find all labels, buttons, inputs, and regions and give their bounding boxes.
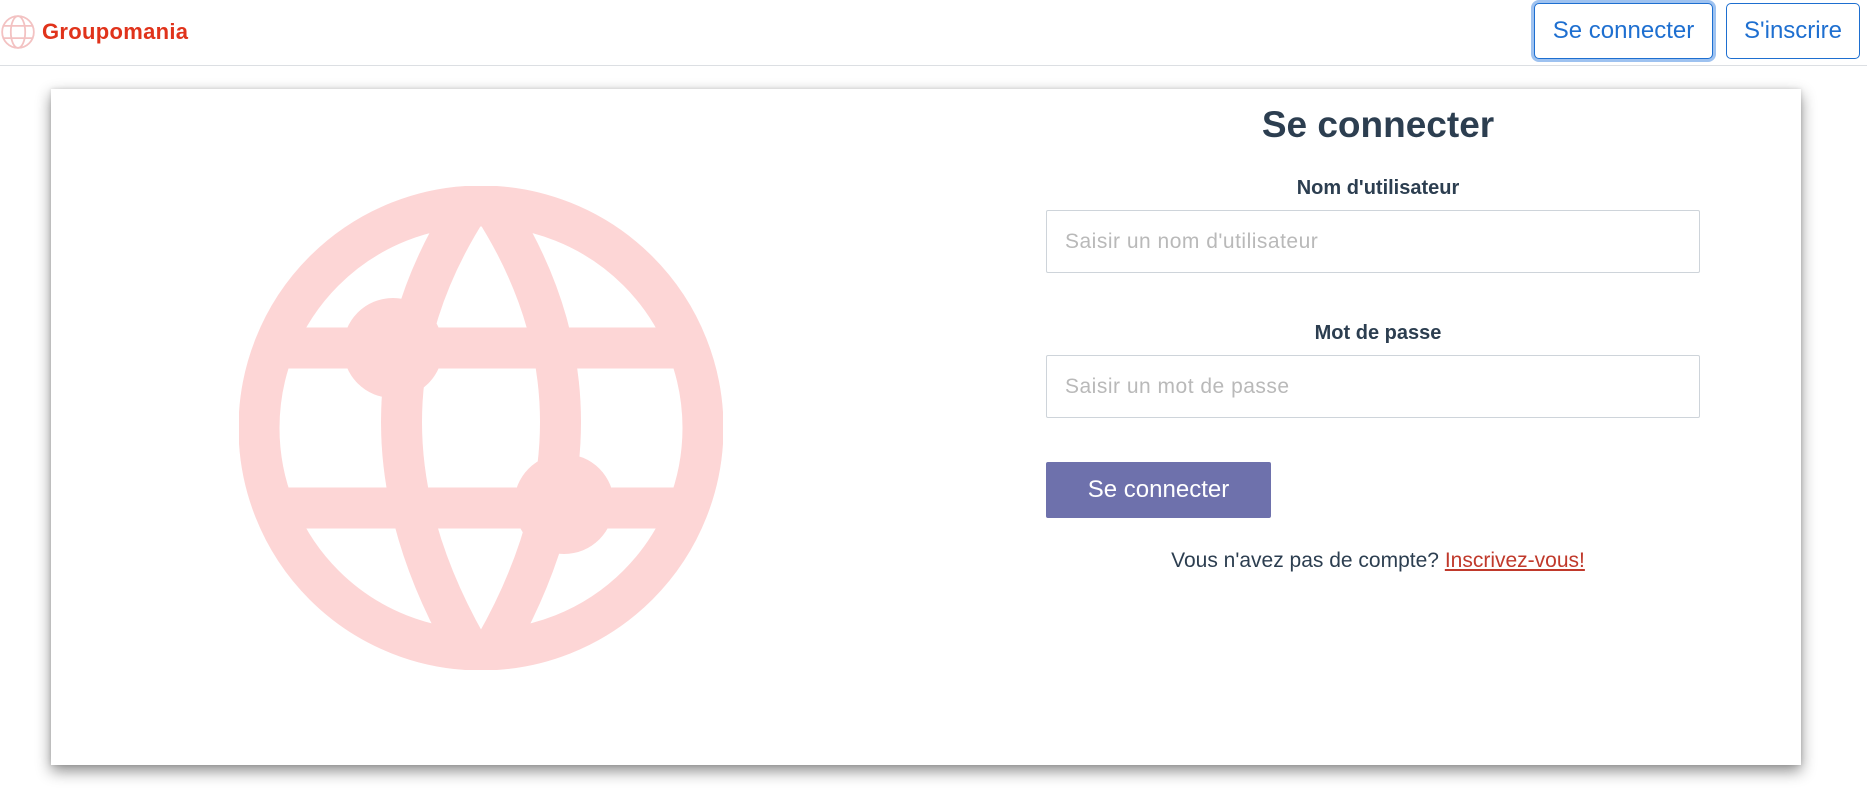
nav-signup-button[interactable]: S'inscrire <box>1726 3 1860 59</box>
globe-icon <box>239 186 723 670</box>
username-label: Nom d'utilisateur <box>1296 177 1460 199</box>
signup-prompt-text: Vous n'avez pas de compte? <box>1171 549 1439 572</box>
globe-illustration <box>239 186 723 670</box>
login-card: Se connecter Nom d'utilisateur Mot de pa… <box>51 89 1801 765</box>
signup-prompt-line: Vous n'avez pas de compte? Inscrivez-vou… <box>1046 547 1710 575</box>
globe-icon <box>1 15 35 49</box>
login-form: Se connecter Nom d'utilisateur Mot de pa… <box>1046 89 1710 575</box>
brand-logo[interactable]: Groupomania <box>0 12 188 52</box>
username-input[interactable] <box>1046 210 1700 273</box>
nav-login-button[interactable]: Se connecter <box>1534 3 1713 59</box>
signup-link[interactable]: Inscrivez-vous! <box>1445 549 1585 572</box>
form-title: Se connecter <box>1261 104 1495 145</box>
login-submit-button[interactable]: Se connecter <box>1046 462 1271 518</box>
brand-name: Groupomania <box>42 19 189 44</box>
password-input[interactable] <box>1046 355 1700 418</box>
top-navbar: Groupomania Se connecter S'inscrire <box>0 0 1867 66</box>
password-label: Mot de passe <box>1314 322 1442 344</box>
